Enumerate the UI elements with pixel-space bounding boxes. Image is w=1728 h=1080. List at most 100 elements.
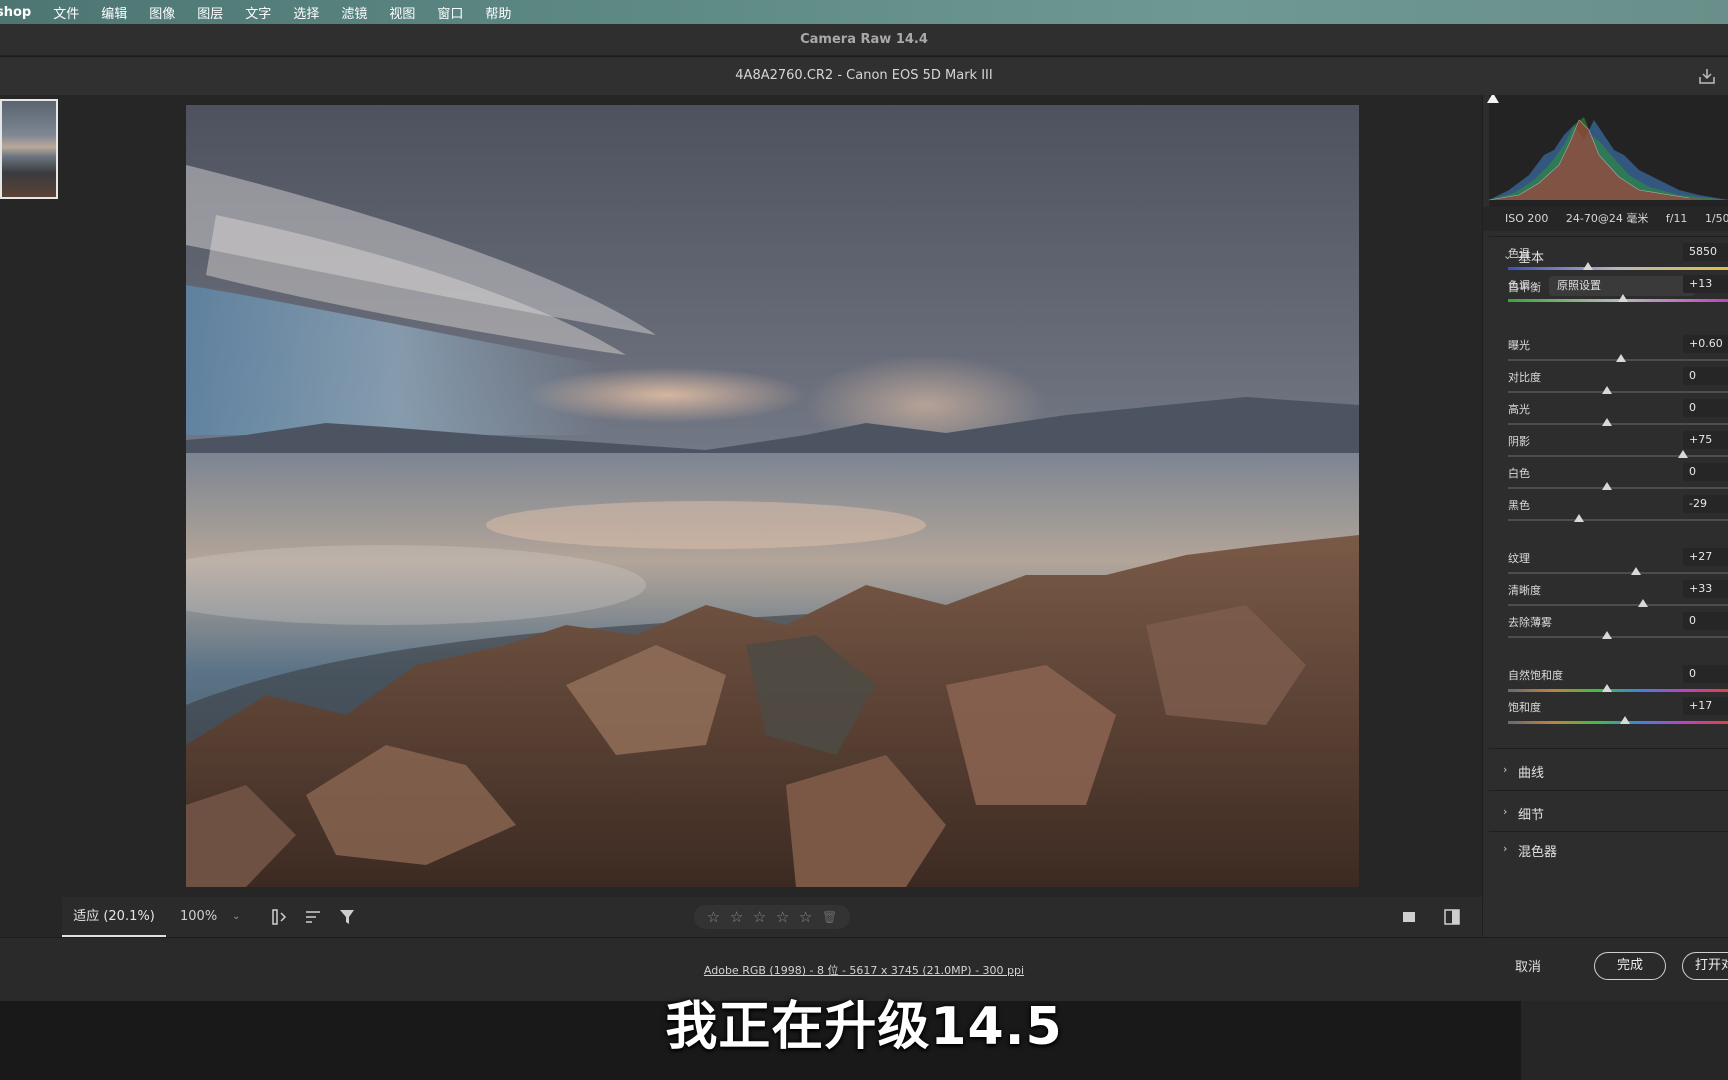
slider-value-input[interactable]: 0 [1683,463,1728,481]
file-name: 4A8A2760.CR2 - Canon EOS 5D Mark III [735,68,993,83]
star-icon[interactable]: ☆ [753,908,766,926]
histogram [1487,95,1728,207]
slider-value-input[interactable]: 0 [1683,399,1728,417]
menu-image[interactable]: 图像 [138,3,186,22]
slider-handle[interactable] [1602,631,1613,639]
slider-track[interactable] [1508,450,1728,458]
star-icon[interactable]: ☆ [707,908,720,926]
slider-handle[interactable] [1615,354,1626,362]
slider-value-input[interactable]: 5850 [1683,243,1728,261]
menu-select[interactable]: 选择 [282,3,330,22]
slider-track[interactable] [1508,262,1728,270]
filmstrip [0,95,62,937]
workflow-options-link[interactable]: Adobe RGB (1998) - 8 位 - 5617 x 3745 (21… [0,962,1728,978]
exif-iso: ISO 200 [1505,212,1549,225]
exif-shutter: 1/500 [1704,212,1728,225]
cancel-button[interactable]: 取消 [1515,956,1541,975]
exif-info: ISO 200 24-70@24 毫米 f/11 1/500 [1483,207,1728,231]
slider-handle[interactable] [1573,514,1584,522]
slider-row: 色温 5850 [1483,243,1728,273]
landscape-photo [186,105,1359,887]
slider-value-input[interactable]: +17 [1683,697,1728,715]
slider-value-input[interactable]: +0.60 [1683,335,1728,353]
slider-handle[interactable] [1602,418,1613,426]
section-color-mixer-title: 混色器 [1518,845,1558,860]
menu-help[interactable]: 帮助 [474,3,522,22]
menu-app[interactable]: shop [0,5,42,20]
menu-filter[interactable]: 滤镜 [330,3,378,22]
before-after-icon[interactable] [1442,908,1462,926]
section-curves[interactable]: › 曲线 [1483,762,1728,782]
slider-label: 阴影 [1508,435,1530,448]
star-icon[interactable]: ☆ [799,908,812,926]
shadow-clipping-icon[interactable] [1487,95,1499,103]
slider-track[interactable] [1508,514,1728,522]
slider-label: 黑色 [1508,499,1530,512]
star-icon[interactable]: ☆ [730,908,743,926]
done-button[interactable]: 完成 [1594,952,1666,980]
section-detail[interactable]: › 细节 [1483,804,1728,824]
menu-edit[interactable]: 编辑 [90,3,138,22]
photo-preview[interactable] [186,105,1359,887]
export-icon[interactable] [1698,67,1716,85]
slider-track[interactable] [1508,418,1728,426]
slider-value-input[interactable]: 0 [1683,367,1728,385]
slider-value-input[interactable]: +13 [1683,275,1728,293]
filter-icon[interactable] [338,908,358,926]
slider-value-input[interactable]: +75 [1683,431,1728,449]
zoom-100-tab[interactable]: 100% [180,897,217,937]
slider-handle[interactable] [1637,599,1648,607]
slider-track[interactable] [1508,354,1728,362]
slider-row: 纹理 +27 [1483,548,1728,578]
exif-lens: 24-70@24 毫米 [1565,212,1649,225]
slider-value-input[interactable]: +27 [1683,548,1728,566]
slider-label: 曝光 [1508,339,1530,352]
slider-handle[interactable] [1602,482,1613,490]
menu-type[interactable]: 文字 [234,3,282,22]
zoom-fit-tab[interactable]: 适应 (20.1%) [62,897,166,937]
single-view-icon[interactable] [1400,908,1420,926]
divider [1489,831,1728,832]
menu-layer[interactable]: 图层 [186,3,234,22]
menu-file[interactable]: 文件 [42,3,90,22]
slider-value-input[interactable]: +33 [1683,580,1728,598]
filmstrip-thumbnail[interactable] [0,99,58,199]
menu-bar: shop 文件 编辑 图像 图层 文字 选择 滤镜 视图 窗口 帮助 [0,0,1728,24]
slider-track[interactable] [1508,386,1728,394]
zoom-dropdown-caret[interactable]: ⌄ [232,897,240,937]
slider-value-input[interactable]: 0 [1683,612,1728,630]
slider-label: 自然饱和度 [1508,669,1563,682]
slider-track[interactable] [1508,482,1728,490]
section-color-mixer[interactable]: › 混色器 [1483,841,1728,861]
slider-handle[interactable] [1602,684,1613,692]
open-object-button[interactable]: 打开对象 [1682,952,1728,980]
star-icon[interactable]: ☆ [776,908,789,926]
slider-track[interactable] [1508,567,1728,575]
slider-label: 饱和度 [1508,701,1541,714]
trash-icon[interactable]: 🗑 [822,910,837,924]
slider-handle[interactable] [1602,386,1613,394]
slider-label: 纹理 [1508,552,1530,565]
chevron-right-icon: › [1503,842,1508,855]
adjustments-panel: ISO 200 24-70@24 毫米 f/11 1/500 ⌄ 基本 白平衡 … [1482,95,1728,937]
menu-window[interactable]: 窗口 [426,3,474,22]
slider-track[interactable] [1508,716,1728,724]
slider-track[interactable] [1508,631,1728,639]
slider-handle[interactable] [1677,450,1688,458]
divider [1489,748,1728,749]
slider-value-input[interactable]: -29 [1683,495,1728,513]
filmstrip-toggle-icon[interactable] [270,908,290,926]
slider-handle[interactable] [1617,294,1628,302]
slider-track[interactable] [1508,294,1728,302]
slider-handle[interactable] [1631,567,1642,575]
slider-track[interactable] [1508,684,1728,692]
sort-icon[interactable] [304,908,324,926]
menu-view[interactable]: 视图 [378,3,426,22]
slider-value-input[interactable]: 0 [1683,665,1728,683]
chevron-right-icon: › [1503,763,1508,776]
slider-handle[interactable] [1620,716,1631,724]
slider-handle[interactable] [1582,262,1593,270]
video-subtitle: 我正在升级14.5 [665,997,1063,1057]
slider-label: 清晰度 [1508,584,1541,597]
slider-track[interactable] [1508,599,1728,607]
